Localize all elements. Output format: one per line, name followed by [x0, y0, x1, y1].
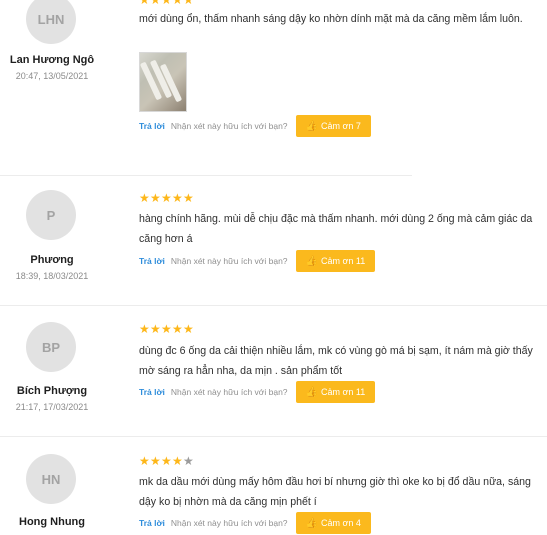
review-date: 20:47, 13/05/2021	[15, 71, 89, 81]
reply-link[interactable]: Trả lời	[139, 387, 165, 397]
star-icon: ★	[150, 191, 162, 205]
reply-link[interactable]: Trả lời	[139, 256, 165, 266]
star-icon: ★	[161, 454, 173, 468]
star-rating: ★★★★★	[139, 323, 194, 335]
review-actions: Trả lời Nhận xét này hữu ích với bạn? 👍 …	[139, 115, 371, 137]
review-text: hàng chính hãng. mùi dễ chịu đặc mà thấm…	[139, 213, 533, 245]
divider	[0, 305, 547, 306]
star-icon: ★	[183, 322, 195, 336]
divider	[0, 436, 547, 437]
star-icon: ★	[183, 191, 195, 205]
thanks-button[interactable]: 👍 Cảm ơn 11	[295, 381, 376, 403]
review-actions: Trả lời Nhận xét này hữu ích với bạn? 👍 …	[139, 512, 371, 534]
review-text: mk da dầu mới dùng mấy hôm đầu hơi bí nh…	[139, 476, 531, 508]
star-rating: ★★★★★	[139, 192, 194, 204]
star-icon: ★	[161, 0, 173, 7]
star-icon: ★	[183, 0, 195, 7]
star-icon: ★	[139, 191, 151, 205]
thumbs-up-icon: 👍	[305, 386, 318, 398]
star-rating: ★★★★★	[139, 0, 194, 6]
avatar: BP	[26, 322, 76, 372]
helpful-question: Nhận xét này hữu ích với bạn?	[170, 387, 288, 397]
star-icon: ★	[183, 454, 195, 468]
thanks-button[interactable]: 👍 Cảm ơn 11	[295, 250, 376, 272]
star-icon: ★	[150, 454, 162, 468]
thanks-button[interactable]: 👍 Cảm ơn 7	[295, 115, 371, 137]
thanks-label: Cảm ơn 11	[320, 256, 366, 266]
thanks-button[interactable]: 👍 Cảm ơn 4	[295, 512, 371, 534]
reviewer-name: Phương	[30, 254, 74, 266]
star-icon: ★	[139, 322, 151, 336]
reviewer-name: Lan Hương Ngô	[9, 54, 95, 66]
star-icon: ★	[150, 322, 162, 336]
thumbs-up-icon: 👍	[305, 120, 318, 132]
star-icon: ★	[139, 454, 151, 468]
star-icon: ★	[172, 0, 184, 7]
star-icon: ★	[150, 0, 162, 7]
star-icon: ★	[161, 191, 173, 205]
reply-link[interactable]: Trả lời	[139, 121, 165, 131]
star-icon: ★	[161, 322, 173, 336]
review-actions: Trả lời Nhận xét này hữu ích với bạn? 👍 …	[139, 250, 376, 272]
review-actions: Trả lời Nhận xét này hữu ích với bạn? 👍 …	[139, 381, 376, 403]
review-photo[interactable]	[139, 52, 187, 112]
thumbs-up-icon: 👍	[305, 517, 318, 529]
helpful-question: Nhận xét này hữu ích với bạn?	[170, 256, 288, 266]
avatar: LHN	[26, 0, 76, 44]
star-icon: ★	[172, 322, 184, 336]
review-text: dùng đc 6 ống da cải thiện nhiều lắm, mk…	[139, 345, 533, 377]
helpful-question: Nhận xét này hữu ích với bạn?	[170, 121, 288, 131]
star-icon: ★	[172, 454, 184, 468]
thanks-label: Cảm ơn 4	[320, 518, 361, 528]
reviewer-name: Bích Phượng	[16, 385, 88, 397]
thumbs-up-icon: 👍	[305, 255, 318, 267]
thanks-label: Cảm ơn 7	[320, 121, 361, 131]
review-text: mới dùng ổn, thấm nhanh sáng dậy ko nhờn…	[139, 13, 523, 25]
thanks-label: Cảm ơn 11	[320, 387, 366, 397]
avatar: P	[26, 190, 76, 240]
reviewer-name: Hong Nhung	[19, 516, 85, 528]
helpful-question: Nhận xét này hữu ích với bạn?	[170, 518, 288, 528]
star-rating: ★★★★★	[139, 455, 194, 467]
star-icon: ★	[172, 191, 184, 205]
review-date: 18:39, 18/03/2021	[15, 271, 89, 281]
review-date: 21:17, 17/03/2021	[15, 402, 89, 412]
avatar: HN	[26, 454, 76, 504]
star-icon: ★	[139, 0, 151, 7]
reply-link[interactable]: Trả lời	[139, 518, 165, 528]
divider	[0, 175, 412, 176]
